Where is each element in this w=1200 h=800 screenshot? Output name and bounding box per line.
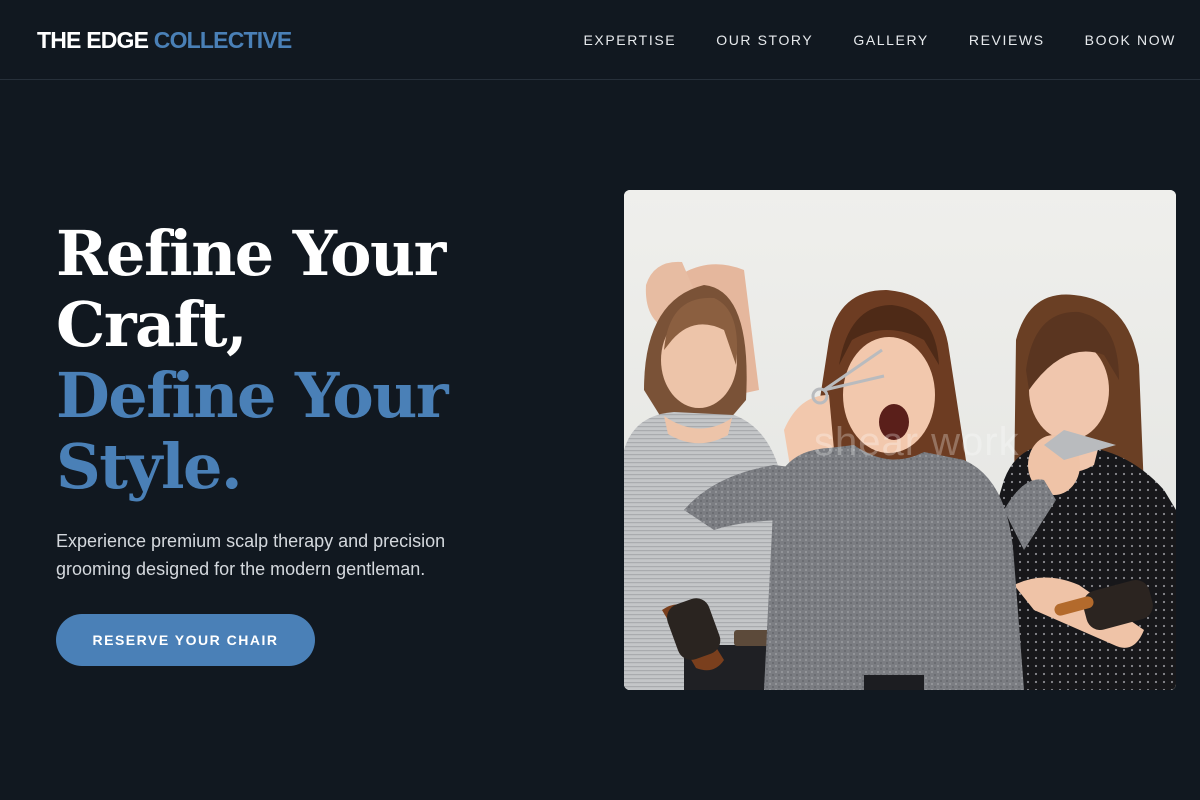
nav-link-our-story[interactable]: OUR STORY (716, 31, 813, 49)
brand-logo[interactable]: THE EDGE COLLECTIVE (37, 27, 292, 53)
hero-headline: Refine Your Craft, Define Your Style. (56, 218, 576, 502)
headline-line-4: Style. (56, 430, 243, 503)
brand-name: THE EDGE (37, 27, 154, 53)
reserve-chair-button[interactable]: RESERVE YOUR CHAIR (56, 614, 315, 666)
nav-link-gallery[interactable]: GALLERY (853, 31, 929, 49)
headline-line-3: Define Your (56, 359, 449, 432)
photo-watermark: shear work (814, 420, 1020, 464)
headline-line-1: Refine Your (56, 217, 446, 290)
nav-link-expertise[interactable]: EXPERTISE (583, 31, 676, 49)
hero-subtext: Experience premium scalp therapy and pre… (56, 531, 446, 579)
site-header: THE EDGE COLLECTIVE EXPERTISE OUR STORY … (0, 0, 1200, 80)
main-nav: EXPERTISE OUR STORY GALLERY REVIEWS BOOK… (583, 31, 1176, 49)
headline-line-2: Craft, (56, 288, 248, 361)
hero-photo: shear work (624, 190, 1176, 690)
nav-link-book-now[interactable]: BOOK NOW (1085, 31, 1176, 49)
nav-link-reviews[interactable]: REVIEWS (969, 31, 1045, 49)
brand-name-accent: COLLECTIVE (153, 27, 292, 53)
